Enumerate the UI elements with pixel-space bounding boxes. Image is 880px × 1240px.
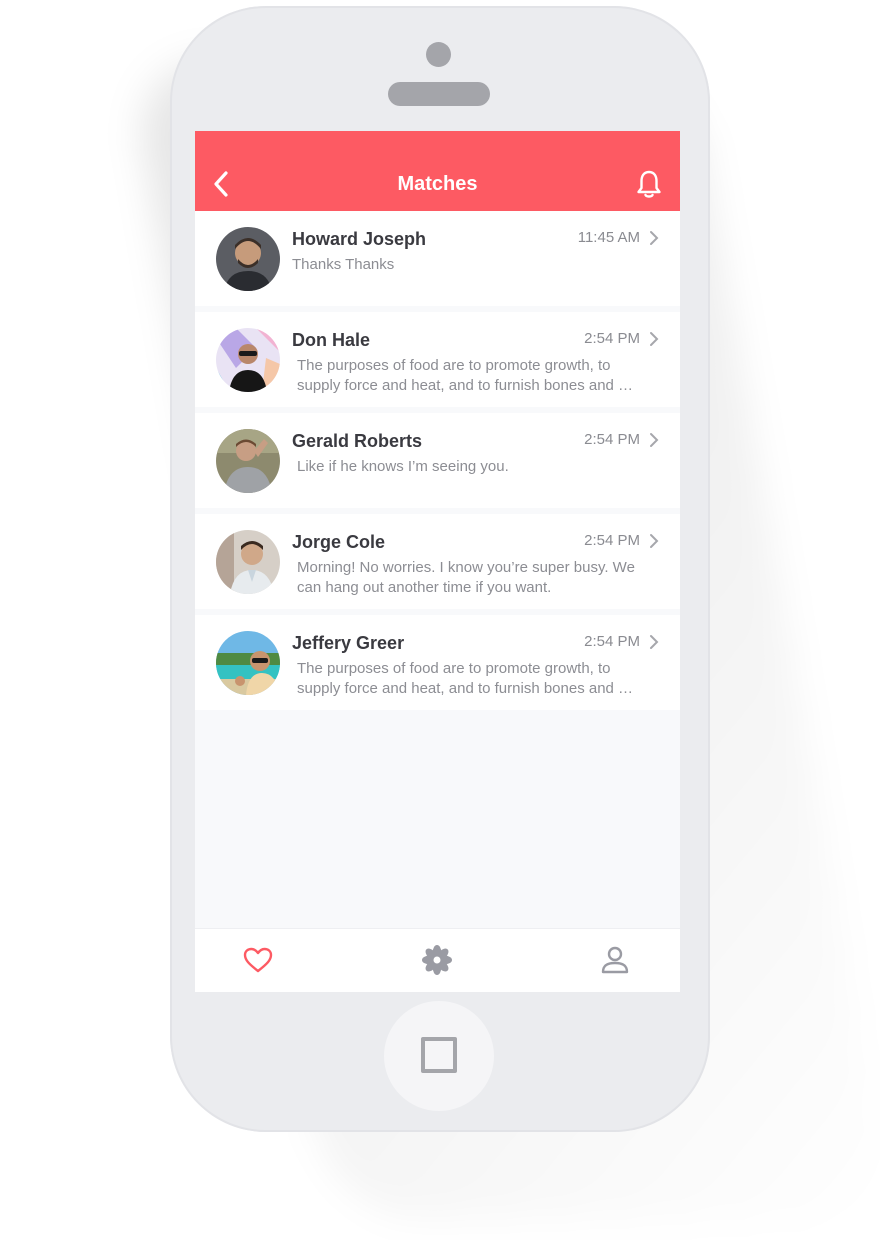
match-message: Thanks Thanks — [292, 256, 395, 273]
match-message: Morning! No worries. I know you’re super… — [297, 559, 635, 596]
nav-profile-button[interactable] — [598, 943, 632, 977]
avatar — [216, 227, 280, 291]
match-row-gerald-roberts[interactable]: Gerald Roberts 2:54 PM Like if he knows … — [195, 413, 680, 508]
nav-discover-button[interactable] — [420, 943, 454, 977]
page-title: Matches — [397, 173, 478, 195]
chevron-right-icon — [650, 534, 659, 548]
match-time: 2:54 PM — [584, 330, 640, 347]
chevron-right-icon — [650, 231, 659, 245]
match-row-jeffery-greer[interactable]: Jeffery Greer 2:54 PM The purposes of fo… — [195, 615, 680, 710]
match-name: Jorge Cole — [292, 532, 386, 552]
avatar — [216, 631, 280, 695]
match-name: Don Hale — [292, 330, 371, 350]
bottom-nav — [195, 928, 680, 992]
match-time: 11:45 AM — [577, 229, 640, 246]
match-message: Like if he knows I’m seeing you. — [297, 458, 509, 475]
home-square-icon — [421, 1037, 457, 1073]
profile-icon — [601, 946, 629, 974]
match-row-howard-joseph[interactable]: Howard Joseph 11:45 AM Thanks Thanks — [195, 211, 680, 306]
chevron-right-icon — [650, 635, 659, 649]
match-message: The purposes of food are to promote grow… — [297, 357, 634, 394]
header-bar: Matches — [195, 131, 680, 211]
front-camera — [426, 42, 451, 67]
avatar — [216, 530, 280, 594]
match-time: 2:54 PM — [584, 431, 640, 448]
bell-icon — [637, 170, 661, 198]
match-name: Jeffery Greer — [292, 633, 405, 653]
app-screen: Matches Howard Joseph 11:45 AM Thanks Th… — [195, 131, 680, 992]
avatar — [216, 429, 280, 493]
match-message: The purposes of food are to promote grow… — [297, 660, 634, 697]
nav-matches-button[interactable] — [241, 943, 275, 977]
chevron-right-icon — [650, 433, 659, 447]
notifications-button[interactable] — [635, 169, 663, 199]
match-row-don-hale[interactable]: Don Hale 2:54 PM The purposes of food ar… — [195, 312, 680, 407]
avatar — [216, 328, 280, 392]
earpiece-speaker — [388, 82, 490, 106]
chevron-right-icon — [650, 332, 659, 346]
match-time: 2:54 PM — [584, 532, 640, 549]
match-time: 2:54 PM — [584, 633, 640, 650]
match-name: Howard Joseph — [292, 229, 427, 249]
home-button[interactable] — [384, 1001, 494, 1111]
flower-icon — [422, 945, 452, 975]
match-name: Gerald Roberts — [292, 431, 423, 451]
match-row-jorge-cole[interactable]: Jorge Cole 2:54 PM Morning! No worries. … — [195, 514, 680, 609]
matches-list: Howard Joseph 11:45 AM Thanks Thanks Don… — [195, 211, 680, 716]
heart-icon — [243, 947, 273, 973]
